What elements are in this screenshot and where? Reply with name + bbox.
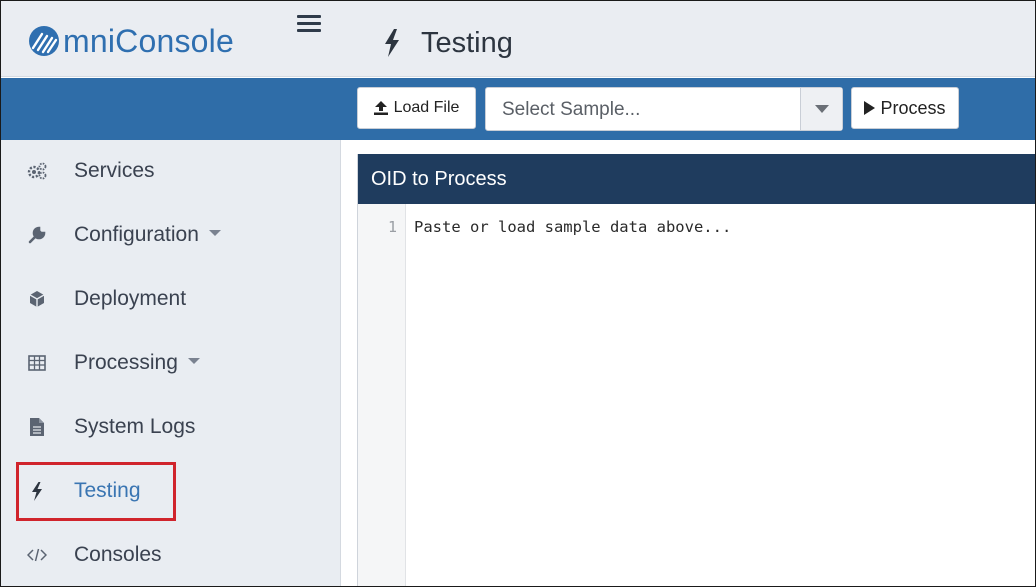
- process-button[interactable]: Process: [851, 87, 959, 129]
- panel-header: OID to Process: [358, 154, 1035, 204]
- caret-down-icon: [208, 230, 221, 237]
- sample-select-toggle[interactable]: [800, 88, 842, 130]
- process-label: Process: [880, 97, 946, 118]
- bolt-icon: [385, 29, 399, 57]
- sidebar-item-deployment[interactable]: Deployment: [1, 276, 341, 322]
- sidebar-item-label: System Logs: [74, 415, 196, 438]
- sample-select[interactable]: Select Sample...: [485, 87, 843, 131]
- caret-down-icon: [187, 358, 200, 365]
- sample-select-placeholder: Select Sample...: [502, 99, 641, 120]
- panel-title: OID to Process: [371, 168, 507, 190]
- play-icon: [864, 101, 876, 115]
- cogs-icon: [27, 161, 47, 181]
- upload-icon: [373, 101, 388, 115]
- caret-down-icon: [814, 105, 829, 113]
- brand-logo-link[interactable]: mniConsole: [27, 21, 234, 61]
- sidebar-item-services[interactable]: Services: [1, 148, 341, 194]
- table-icon: [27, 353, 47, 373]
- sidebar-item-label: Consoles: [74, 543, 162, 566]
- app-window: mniConsole Testing Load File Select Samp…: [0, 0, 1036, 587]
- sidebar-item-label: Processing: [74, 351, 178, 374]
- editor-gutter: 1: [358, 204, 406, 586]
- sidebar-item-label: Configuration: [74, 223, 199, 246]
- top-header: mniConsole Testing: [1, 1, 1035, 77]
- sidebar-item-consoles[interactable]: Consoles: [1, 532, 341, 578]
- sidebar-item-label-wrap: Configuration: [74, 223, 221, 247]
- load-file-label: Load File: [393, 99, 460, 116]
- cube-icon: [27, 289, 47, 309]
- omni-logo-icon: [29, 26, 59, 56]
- code-icon: [27, 545, 47, 565]
- oid-panel: OID to Process 1 Paste or load sample da…: [357, 154, 1035, 586]
- sidebar-item-system-logs[interactable]: System Logs: [1, 404, 341, 450]
- line-number: 1: [387, 218, 397, 236]
- sidebar-item-processing[interactable]: Processing: [1, 340, 341, 386]
- active-item-highlight: [16, 462, 176, 521]
- code-editor-input[interactable]: Paste or load sample data above...: [414, 218, 731, 236]
- sidebar-item-label: Services: [74, 159, 155, 182]
- page-title: Testing: [383, 23, 513, 63]
- file-icon: [27, 417, 47, 437]
- sidebar-item-configuration[interactable]: Configuration: [1, 212, 341, 258]
- sidebar-item-label: Deployment: [74, 287, 187, 310]
- page-title-text: Testing: [421, 26, 513, 59]
- brand-name: mniConsole: [63, 22, 234, 59]
- load-file-button[interactable]: Load File: [357, 87, 476, 129]
- sidebar-item-label-wrap: Processing: [74, 351, 200, 375]
- action-toolbar: Load File Select Sample... Process: [1, 78, 1035, 140]
- wrench-icon: [27, 225, 47, 245]
- menu-toggle-icon[interactable]: [297, 15, 321, 35]
